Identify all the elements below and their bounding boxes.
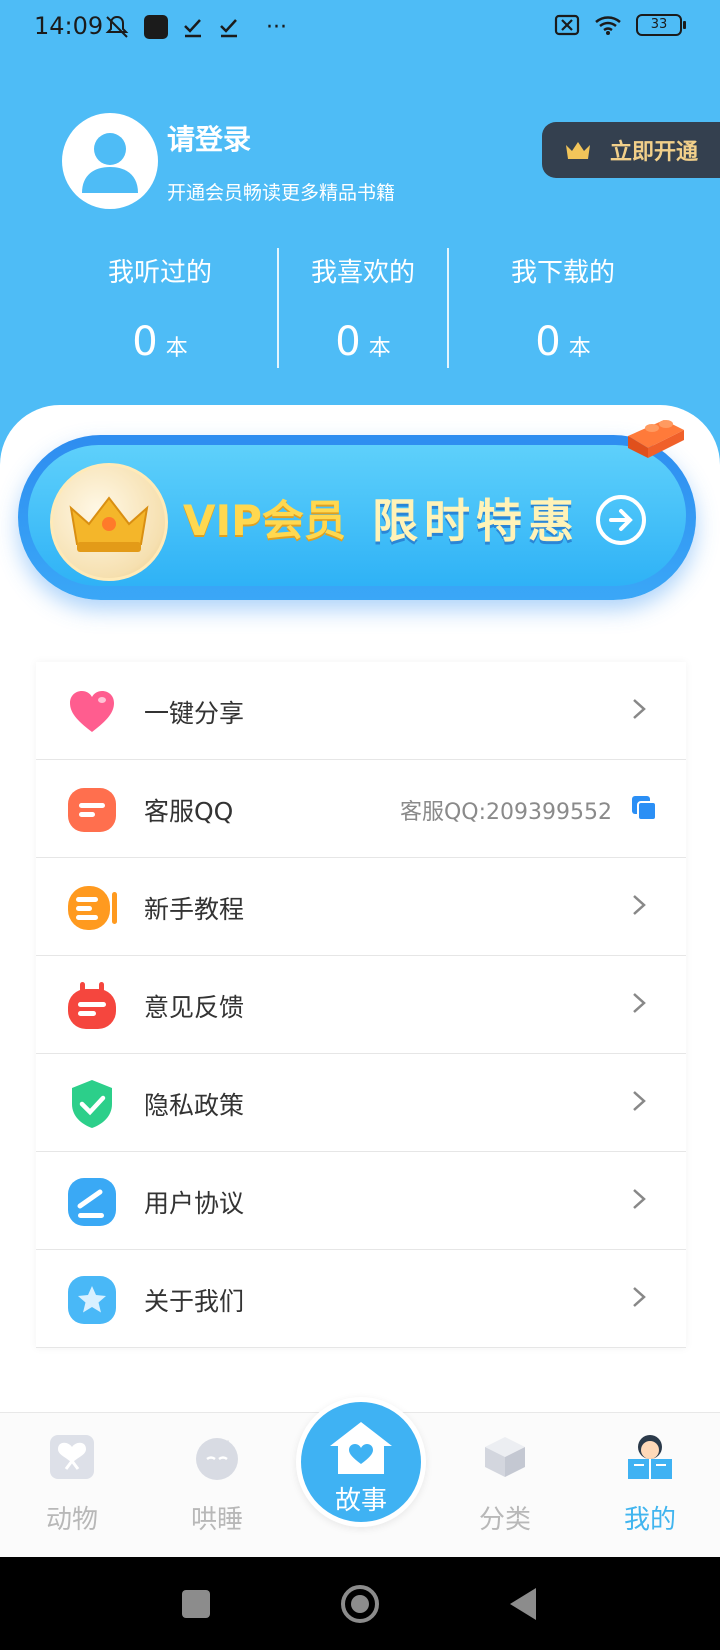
menu-label: 意见反馈	[144, 993, 245, 1022]
menu-label: 客服QQ	[144, 797, 234, 826]
nav-label: 动物	[45, 1505, 98, 1535]
user-icon	[82, 133, 138, 193]
nav-tab-animals[interactable]: 动物	[17, 1433, 127, 1536]
stat-value: 0	[335, 319, 361, 365]
chevron-right-icon	[633, 1189, 646, 1209]
stat-liked[interactable]: 我喜欢的 0本	[263, 240, 463, 365]
reader-icon	[628, 1435, 672, 1479]
mute-bell-icon	[105, 15, 129, 38]
avatar[interactable]	[62, 113, 158, 209]
recent-apps-icon[interactable]	[182, 1590, 210, 1618]
stat-listened[interactable]: 我听过的 0本	[60, 240, 260, 365]
nav-label: 故事	[334, 1486, 387, 1516]
vip-banner-inner: VIP会员 限时特惠	[28, 445, 686, 586]
chevron-right-icon	[633, 1091, 646, 1111]
chevron-right-icon	[633, 1287, 646, 1307]
nav-tab-category[interactable]: 分类	[450, 1433, 560, 1536]
menu-item-share[interactable]: 一键分享	[36, 662, 686, 760]
stat-label: 我下载的	[510, 258, 615, 288]
star-icon	[68, 1276, 116, 1324]
sim-off-icon	[554, 14, 580, 36]
vip-banner[interactable]: VIP会员 限时特惠	[18, 435, 696, 600]
vip-promo: 限时特惠	[372, 494, 580, 548]
status-bar: 14:09 ··· 33	[0, 0, 720, 56]
lego-brick-icon	[628, 420, 684, 458]
menu-item-customer-service[interactable]: 客服QQ 客服QQ:209399552	[36, 760, 686, 858]
stat-label: 我听过的	[107, 258, 212, 288]
menu-label: 隐私政策	[144, 1091, 245, 1120]
tutorial-icon	[68, 886, 117, 930]
chat-icon	[68, 788, 116, 832]
menu-list: 一键分享 客服QQ 客服QQ:209399552 新手教程 意见反馈 隐私政策 …	[36, 662, 686, 1348]
stat-label: 我喜欢的	[310, 258, 415, 288]
stat-value: 0	[132, 319, 158, 365]
feedback-icon	[68, 982, 116, 1029]
menu-item-privacy[interactable]: 隐私政策	[36, 1054, 686, 1152]
nav-label: 我的	[623, 1505, 676, 1535]
check-icon	[220, 19, 237, 38]
menu-item-about[interactable]: 关于我们	[36, 1250, 686, 1348]
crown-icon	[69, 496, 149, 552]
menu-label: 一键分享	[144, 699, 245, 728]
back-icon[interactable]	[510, 1588, 536, 1620]
menu-label: 用户协议	[144, 1189, 245, 1218]
login-title[interactable]: 请登录	[167, 118, 251, 158]
vip-title: VIP会员	[183, 496, 346, 545]
app-square-icon	[144, 15, 168, 39]
system-nav-bar	[0, 1557, 720, 1650]
menu-label: 关于我们	[144, 1287, 245, 1316]
menu-label: 新手教程	[144, 895, 245, 924]
nav-label: 哄睡	[190, 1505, 243, 1535]
check-icon	[184, 19, 201, 38]
stat-divider	[447, 248, 449, 368]
moon-icon: z	[196, 1438, 238, 1480]
shield-check-icon	[72, 1080, 112, 1128]
vip-crown-badge	[50, 463, 168, 581]
stat-unit: 本	[568, 336, 591, 361]
nav-label: 分类	[478, 1505, 531, 1535]
bottom-nav: 动物 z 哄睡 故事 分类 我的	[0, 1397, 720, 1557]
open-vip-label: 立即开通	[610, 140, 699, 165]
menu-item-tutorial[interactable]: 新手教程	[36, 858, 686, 956]
status-left-icons: ···	[104, 14, 287, 40]
status-time: 14:09	[34, 12, 104, 40]
more-dots-icon: ···	[266, 14, 287, 40]
svg-text:z: z	[225, 1438, 229, 1447]
qq-number: 客服QQ:209399552	[399, 800, 612, 825]
arrow-right-circle-icon	[596, 495, 646, 545]
chevron-right-icon	[633, 895, 646, 915]
nav-tab-sleep[interactable]: z 哄睡	[162, 1433, 272, 1536]
wifi-icon	[595, 16, 621, 35]
stats-row: 我听过的 0本 我喜欢的 0本 我下载的 0本	[60, 240, 660, 370]
house-heart-icon	[330, 1422, 392, 1474]
menu-item-user-agreement[interactable]: 用户协议	[36, 1152, 686, 1250]
battery-icon: 33	[636, 14, 686, 36]
home-icon[interactable]	[341, 1585, 379, 1623]
open-vip-button[interactable]: 立即开通	[542, 122, 720, 178]
stat-value: 0	[535, 319, 561, 365]
header-background	[0, 0, 720, 470]
chevron-right-icon	[633, 993, 646, 1013]
copy-icon[interactable]	[630, 794, 658, 822]
cube-icon	[485, 1437, 525, 1477]
chevron-right-icon	[633, 699, 646, 719]
menu-item-feedback[interactable]: 意见反馈	[36, 956, 686, 1054]
login-subtitle: 开通会员畅读更多精品书籍	[167, 182, 396, 204]
heart-icon	[70, 691, 114, 732]
stat-unit: 本	[368, 336, 391, 361]
nav-tab-mine[interactable]: 我的	[595, 1433, 705, 1536]
stat-downloaded[interactable]: 我下载的 0本	[463, 240, 663, 365]
stat-unit: 本	[165, 336, 188, 361]
status-right-icons: 33	[554, 14, 686, 36]
butterfly-icon	[50, 1435, 94, 1479]
crown-icon	[566, 142, 590, 159]
nav-tab-stories[interactable]: 故事	[296, 1397, 426, 1527]
agreement-icon	[68, 1178, 116, 1226]
